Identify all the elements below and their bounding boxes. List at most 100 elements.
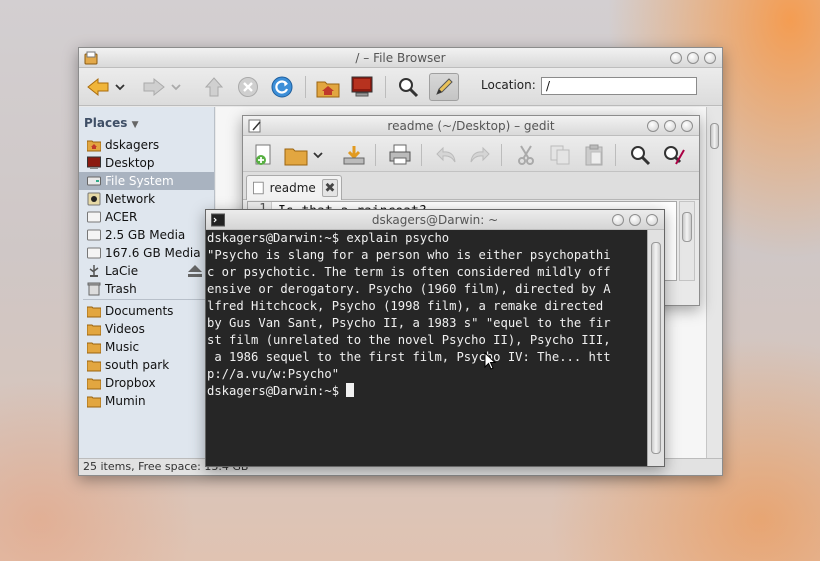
folder-icon [87,324,101,336]
home-folder-icon [87,140,101,152]
sidebar-item-label: Trash [105,282,137,296]
location-label: Location: [481,78,536,92]
maximize-button[interactable] [664,120,676,132]
terminal-line: by Gus Van Sant, Psycho II, a 1983 s" "e… [207,316,611,330]
edit-location-toggle[interactable] [429,73,459,101]
close-button[interactable] [681,120,693,132]
open-button[interactable] [283,143,309,167]
desktop-icon [87,156,101,169]
minimize-button[interactable] [647,120,659,132]
sidebar-item-label: Desktop [105,156,155,170]
save-button[interactable] [341,143,367,167]
reload-button[interactable] [269,75,295,99]
terminal-prompt: dskagers@Darwin:~$ [207,384,347,398]
forward-button[interactable] [141,75,167,99]
search-icon [631,146,651,166]
computer-button[interactable] [349,75,375,99]
minimize-button[interactable] [612,214,624,226]
file-browser-titlebar[interactable]: / – File Browser [79,48,722,68]
sidebar-item-videos[interactable]: Videos [79,320,214,338]
sidebar-item-dropbox[interactable]: Dropbox [79,374,214,392]
open-recent-button[interactable] [311,143,325,167]
gedit-titlebar[interactable]: readme (~/Desktop) – gedit [243,116,699,136]
terminal-scrollbar[interactable] [647,230,664,466]
terminal-line: c or psychotic. The term is often consid… [207,265,611,279]
sidebar-item-label: Mumin [105,394,146,408]
eject-icon[interactable] [187,264,203,278]
search-button[interactable] [395,75,421,99]
undo-icon [436,146,456,163]
sidebar-item-trash[interactable]: Trash [79,280,214,298]
terminal-screen[interactable]: dskagers@Darwin:~$ explain psycho "Psycho… [206,230,647,466]
save-icon [343,146,365,165]
monitor-icon [351,76,373,97]
terminal-title: dskagers@Darwin: ~ [371,213,499,227]
sidebar-item-south-park[interactable]: south park [79,356,214,374]
sidebar-item-network[interactable]: Network [79,190,214,208]
open-folder-icon [284,148,308,166]
redo-button[interactable] [467,143,493,167]
chevron-down-icon [171,84,181,91]
folder-icon [87,378,101,390]
scrollbar-thumb[interactable] [710,123,719,149]
mouse-pointer-icon [484,352,496,370]
harddisk-icon [87,176,101,186]
stop-button[interactable] [235,75,261,99]
terminal-line: a 1986 sequel to the first film, Psycho … [207,350,611,364]
sidebar-item-label: Documents [105,304,174,318]
drive-icon [87,229,101,241]
sidebar-item-2-5-gb-media[interactable]: 2.5 GB Media [79,226,214,244]
text-document-icon [253,181,264,195]
places-header[interactable]: Places ▼ [84,116,139,130]
scrollbar-thumb[interactable] [682,212,692,242]
tab-label: readme [269,181,316,195]
network-icon [87,192,101,206]
sidebar-item-167-6-gb-media[interactable]: 167.6 GB Media [79,244,214,262]
new-document-button[interactable] [251,143,277,167]
copy-button[interactable] [547,143,573,167]
paste-button[interactable] [581,143,607,167]
scrollbar-thumb[interactable] [651,242,661,454]
redo-icon [470,146,490,163]
terminal-titlebar[interactable]: dskagers@Darwin: ~ [206,210,664,230]
print-button[interactable] [387,143,413,167]
sidebar-item-acer[interactable]: ACER [79,208,214,226]
printer-icon [389,144,411,165]
search-button[interactable] [627,143,653,167]
tab-close-button[interactable]: ✖ [321,179,338,197]
new-document-icon [255,144,271,165]
sidebar-item-label: 2.5 GB Media [105,228,186,242]
tab-readme[interactable]: readme ✖ [246,175,342,200]
search-replace-icon [664,146,685,165]
sidebar-item-label: File System [105,174,174,188]
sidebar-item-dskagers[interactable]: dskagers [79,136,214,154]
sidebar-item-file-system[interactable]: File System [79,172,214,190]
back-button[interactable] [85,75,111,99]
text-cursor [346,383,355,397]
cut-button[interactable] [513,143,539,167]
close-button[interactable] [704,52,716,64]
sidebar-item-lacie[interactable]: LaCie [79,262,214,280]
back-history-button[interactable] [113,75,127,99]
sidebar-item-documents[interactable]: Documents [79,302,214,320]
terminal-window: dskagers@Darwin: ~ dskagers@Darwin:~$ ex… [205,209,665,467]
undo-button[interactable] [433,143,459,167]
sidebar-item-mumin[interactable]: Mumin [79,392,214,410]
search-replace-button[interactable] [661,143,687,167]
sidebar-item-music[interactable]: Music [79,338,214,356]
up-button[interactable] [201,75,227,99]
editor-scrollbar[interactable] [679,201,695,281]
home-button[interactable] [315,75,341,99]
sidebar-item-label: ACER [105,210,138,224]
forward-history-button[interactable] [169,75,183,99]
reload-icon [271,76,293,98]
maximize-button[interactable] [687,52,699,64]
file-view-scrollbar[interactable] [706,107,722,459]
maximize-button[interactable] [629,214,641,226]
folder-icon [87,396,101,408]
sidebar-item-desktop[interactable]: Desktop [79,154,214,172]
search-icon [399,78,419,98]
close-button[interactable] [646,214,658,226]
minimize-button[interactable] [670,52,682,64]
location-input[interactable] [541,77,697,95]
